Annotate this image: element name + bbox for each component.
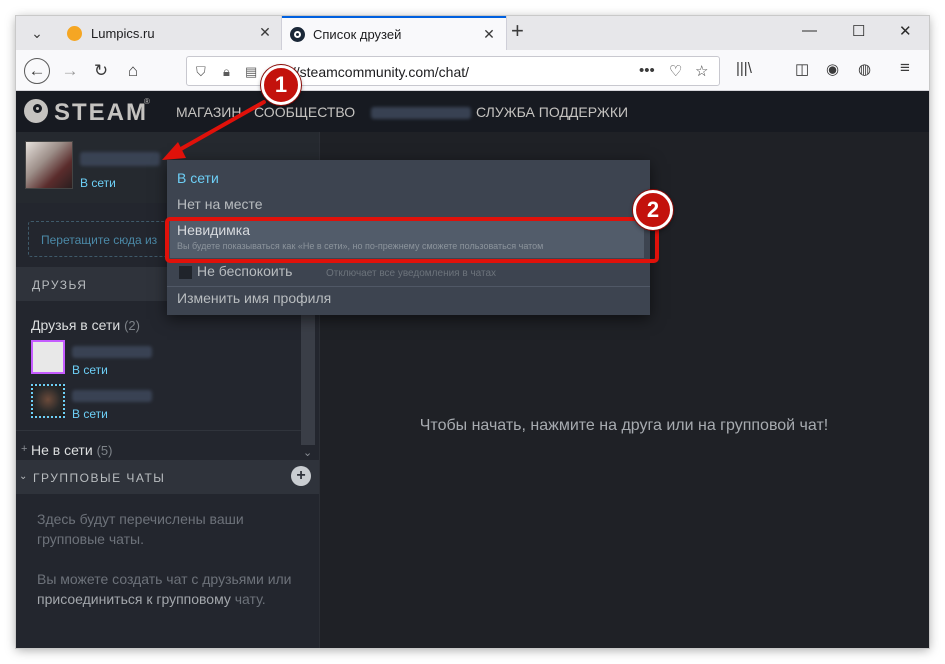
annotation-arrow [162, 100, 266, 160]
annotation-highlight-box [165, 217, 659, 263]
browser-window: ⌄ Lumpics.ru ✕ Список друзей ✕ + — ☐ ✕ ←… [16, 16, 929, 648]
annotation-badge-2: 2 [633, 190, 673, 230]
annotation-badge-1: 1 [261, 65, 301, 105]
